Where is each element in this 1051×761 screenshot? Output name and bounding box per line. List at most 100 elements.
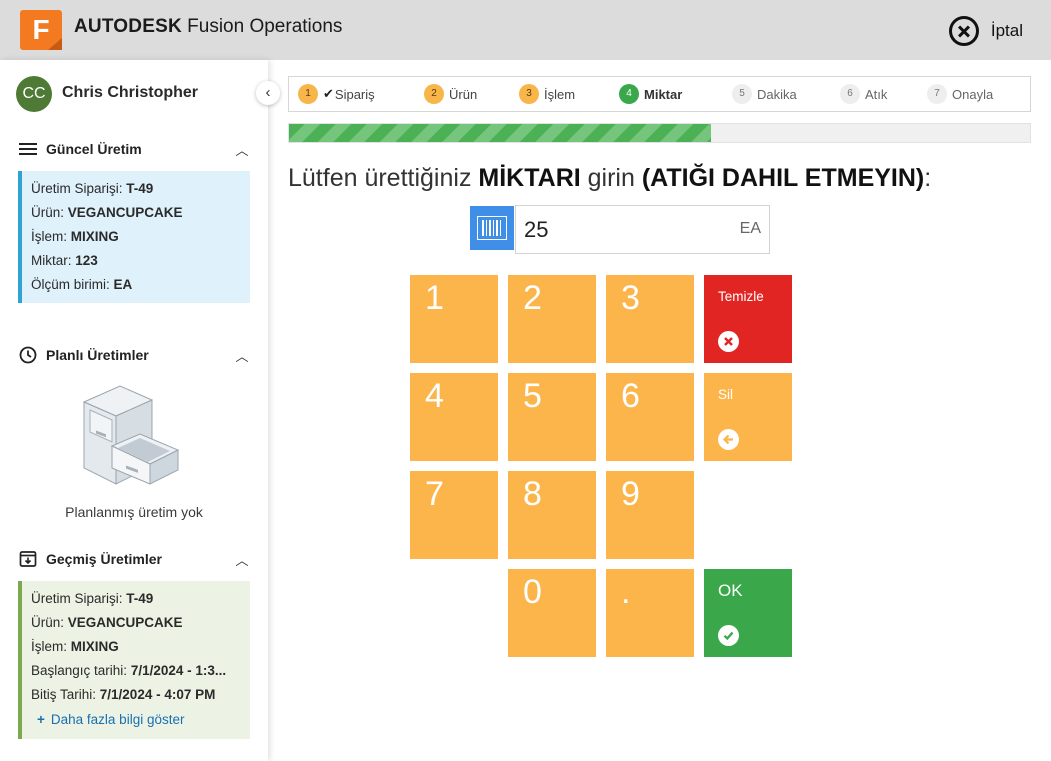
no-planned-production-text: Planlanmış üretim yok: [65, 504, 203, 520]
card-row-quantity: Miktar: 123: [31, 253, 98, 268]
plus-icon[interactable]: +: [37, 712, 45, 727]
step-number: 4: [619, 84, 639, 104]
menu-lines-icon: [18, 139, 38, 159]
step-number: 5: [732, 84, 752, 104]
chevron-up-icon[interactable]: ︿: [234, 140, 250, 159]
step-minutes: 5 Dakika: [732, 77, 797, 111]
file-cabinet-illustration: [82, 385, 180, 485]
app-header: F AUTODESK Fusion Operations İptal: [0, 0, 1051, 60]
cancel-button[interactable]: İptal: [948, 16, 1023, 46]
show-more-link[interactable]: + Daha fazla bilgi göster: [31, 707, 250, 733]
key-0[interactable]: 0: [508, 569, 596, 657]
check-icon: ✔: [323, 86, 334, 101]
key-3[interactable]: 3: [606, 275, 694, 363]
barcode-scan-button[interactable]: [470, 206, 514, 250]
prompt-waste-emphasis: (ATIĞI DAHIL ETMEYIN): [641, 164, 925, 192]
barcode-icon[interactable]: [477, 216, 507, 240]
key-digit[interactable]: .: [621, 573, 630, 612]
progress-bar: [288, 123, 1031, 143]
delete-label[interactable]: Sil: [718, 387, 733, 402]
step-order[interactable]: 1 ✔ Sipariş: [298, 77, 375, 111]
past-production-title: Geçmiş Üretimler: [46, 551, 162, 567]
quantity-prompt: Lütfen ürettiğiniz MİKTARI girin (ATIĞI …: [288, 164, 931, 193]
key-decimal[interactable]: .: [606, 569, 694, 657]
clock-icon: [18, 345, 38, 365]
card-row-order: Üretim Siparişi: T-49: [31, 181, 154, 196]
card-row-end-date: Bitiş Tarihi: 7/1/2024 - 4:07 PM: [31, 687, 216, 702]
step-number: 7: [927, 84, 947, 104]
card-row-unit: Ölçüm birimi: EA: [31, 277, 133, 292]
current-production-header[interactable]: Güncel Üretim ︿: [18, 138, 250, 160]
key-9[interactable]: 9: [606, 471, 694, 559]
archive-icon: [18, 549, 38, 569]
key-5[interactable]: 5: [508, 373, 596, 461]
key-digit[interactable]: 7: [425, 475, 444, 514]
ok-label[interactable]: OK: [718, 581, 743, 601]
unit-label: EA: [739, 220, 761, 237]
step-product[interactable]: 2 Ürün: [424, 77, 477, 111]
planned-production-header[interactable]: Planlı Üretimler ︿: [18, 344, 250, 366]
fusion-logo: F: [20, 10, 62, 50]
avatar: CC: [16, 76, 52, 112]
prompt-colon: :: [924, 164, 932, 192]
step-label: İşlem: [544, 86, 576, 102]
quantity-input[interactable]: [516, 206, 716, 253]
key-digit[interactable]: 8: [523, 475, 542, 514]
check-circle-icon[interactable]: [718, 625, 739, 646]
user-name: Chris Christopher: [62, 84, 199, 101]
current-production-card: Üretim Siparişi: T-49 Ürün: VEGANCUPCAKE…: [18, 171, 250, 303]
step-number: 2: [424, 84, 444, 104]
card-row-operation: İşlem: MIXING: [31, 229, 119, 244]
step-label: Onayla: [952, 86, 994, 102]
key-4[interactable]: 4: [410, 373, 498, 461]
key-8[interactable]: 8: [508, 471, 596, 559]
show-more-label[interactable]: Daha fazla bilgi göster: [51, 712, 185, 727]
planned-production-title: Planlı Üretimler: [46, 347, 149, 363]
past-production-card: Üretim Siparişi: T-49 Ürün: VEGANCUPCAKE…: [18, 581, 250, 739]
key-digit[interactable]: 5: [523, 377, 542, 416]
arrow-left-icon[interactable]: [718, 429, 739, 450]
chevron-up-icon[interactable]: ︿: [234, 346, 250, 365]
step-number: 1: [298, 84, 318, 104]
product-name: Fusion Operations: [187, 16, 343, 37]
chevron-up-icon[interactable]: ︿: [234, 550, 250, 569]
key-digit[interactable]: 6: [621, 377, 640, 416]
step-quantity[interactable]: 4 Miktar: [619, 77, 682, 111]
key-digit[interactable]: 9: [621, 475, 640, 514]
key-2[interactable]: 2: [508, 275, 596, 363]
ok-button[interactable]: OK: [704, 569, 792, 657]
progress-fill: [289, 124, 712, 142]
key-1[interactable]: 1: [410, 275, 498, 363]
key-6[interactable]: 6: [606, 373, 694, 461]
key-digit[interactable]: 1: [425, 279, 444, 318]
step-number: 3: [519, 84, 539, 104]
step-label: Dakika: [757, 86, 797, 102]
close-circle-icon[interactable]: [948, 16, 979, 46]
collapse-sidebar-button[interactable]: ‹: [256, 81, 280, 105]
key-digit[interactable]: 3: [621, 279, 640, 318]
prompt-quantity-emphasis: MİKTARI: [478, 164, 581, 192]
key-digit[interactable]: 4: [425, 377, 444, 416]
clear-x-icon[interactable]: [718, 331, 739, 352]
past-production-header[interactable]: Geçmiş Üretimler ︿: [18, 548, 250, 570]
step-operation[interactable]: 3 İşlem: [519, 77, 575, 111]
step-indicator: 1 ✔ Sipariş 2 Ürün 3 İşlem 4 Miktar 5 Da…: [288, 76, 1031, 112]
clear-button[interactable]: Temizle: [704, 275, 792, 363]
card-row-product: Ürün: VEGANCUPCAKE: [31, 615, 183, 630]
delete-button[interactable]: Sil: [704, 373, 792, 461]
step-label: Atık: [865, 86, 888, 102]
quantity-field[interactable]: EA: [515, 205, 770, 254]
chevron-left-icon[interactable]: ‹: [266, 84, 271, 101]
clear-label[interactable]: Temizle: [718, 289, 764, 304]
prompt-text: girin: [580, 164, 642, 192]
key-7[interactable]: 7: [410, 471, 498, 559]
card-row-product: Ürün: VEGANCUPCAKE: [31, 205, 183, 220]
step-label: Sipariş: [334, 86, 375, 102]
key-digit[interactable]: 2: [523, 279, 542, 318]
cancel-label[interactable]: İptal: [991, 21, 1023, 41]
step-confirm: 7 Onayla: [927, 77, 993, 111]
step-label: Miktar: [644, 86, 683, 102]
key-digit[interactable]: 0: [523, 573, 542, 612]
step-label: Ürün: [449, 86, 478, 102]
logo-letter: F: [32, 14, 50, 45]
